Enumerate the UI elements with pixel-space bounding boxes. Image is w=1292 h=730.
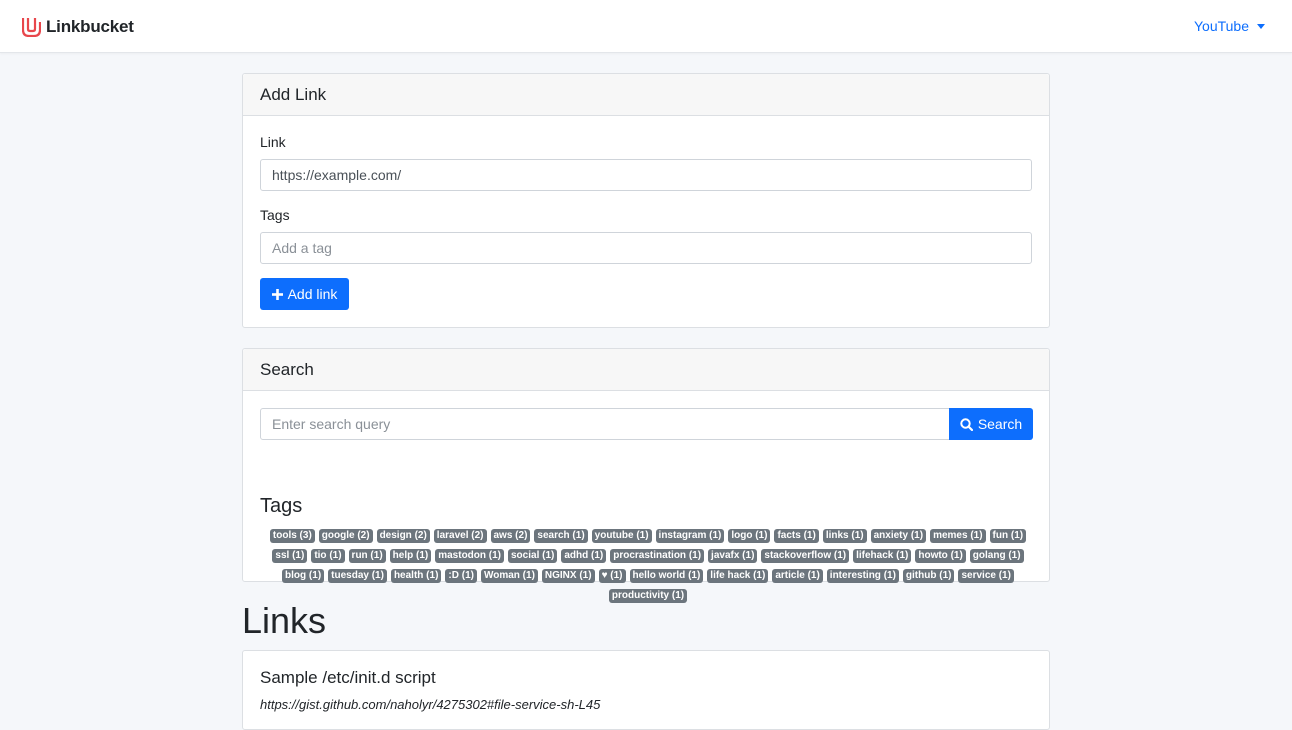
tag-badge[interactable]: mastodon (1) (435, 549, 504, 563)
tag-badge[interactable]: tuesday (1) (328, 569, 387, 583)
tag-cloud: tools (3) google (2) design (2) laravel (2)… (260, 529, 1036, 603)
tag-badge[interactable]: links (1) (822, 529, 867, 543)
tag-badge[interactable]: article (1) (772, 569, 823, 583)
tag-badge[interactable]: blog (1) (282, 569, 325, 583)
add-link-card-title: Add Link (243, 74, 1049, 116)
tags-field-label: Tags (260, 207, 290, 223)
tag-badge[interactable]: tio (1) (311, 549, 345, 563)
caret-down-icon (1257, 24, 1265, 29)
linkbucket-logo-icon (22, 18, 41, 37)
tag-badge[interactable]: tools (3) (269, 529, 315, 543)
links-heading: Links (242, 600, 327, 641)
search-card: Search Search Tags tools (3)google (2)de… (242, 348, 1050, 603)
tag-badge[interactable]: javafx (1) (708, 549, 758, 563)
link-card: Sample /etc/init.d script https://gist.g… (242, 650, 1050, 730)
navbar: Linkbucket YouTube (0, 0, 1292, 53)
tag-badge[interactable]: productivity (1) (608, 589, 688, 603)
tag-badge[interactable]: ssl (1) (272, 549, 308, 563)
tags-input[interactable] (260, 232, 1032, 264)
link-title[interactable]: Sample /etc/init.d script (260, 668, 436, 688)
search-button[interactable]: Search (949, 408, 1033, 440)
add-link-button-label: Add link (287, 286, 338, 302)
tag-badge[interactable]: design (2) (376, 529, 430, 543)
tag-badge[interactable]: memes (1) (930, 529, 986, 543)
tag-badge[interactable]: Woman (1) (480, 569, 538, 583)
link-url[interactable]: https://gist.github.com/naholyr/4275302#… (260, 697, 600, 712)
tag-badge[interactable]: laravel (2) (433, 529, 487, 543)
search-button-label: Search (977, 416, 1023, 432)
link-input[interactable] (260, 159, 1032, 191)
tag-badge[interactable]: instagram (1) (655, 529, 725, 543)
search-card-body: Search Tags tools (3)google (2)design (2… (243, 391, 1049, 603)
tag-badge[interactable]: logo (1) (728, 529, 771, 543)
tag-badge[interactable]: social (1) (508, 549, 558, 563)
user-dropdown[interactable]: YouTube (1194, 18, 1265, 34)
tag-badge[interactable]: search (1) (534, 529, 588, 543)
tag-badge[interactable]: life hack (1) (707, 569, 769, 583)
tag-badge[interactable]: procrastination (1) (610, 549, 705, 563)
tag-badge[interactable]: interesting (1) (826, 569, 899, 583)
tags-heading: Tags (260, 495, 303, 517)
tag-badge[interactable]: :D (1) (445, 569, 477, 583)
brand-link[interactable]: Linkbucket (22, 16, 134, 38)
tag-badge[interactable]: help (1) (389, 549, 432, 563)
add-link-button[interactable]: Add link (260, 278, 349, 310)
add-link-card-body: Link Tags Add link (243, 116, 1049, 328)
tag-badge[interactable]: fun (1) (989, 529, 1027, 543)
tag-badge[interactable]: service (1) (958, 569, 1014, 583)
tag-badge[interactable]: google (2) (318, 529, 373, 543)
tag-badge[interactable]: facts (1) (774, 529, 819, 543)
tag-badge[interactable]: lifehack (1) (853, 549, 912, 563)
tag-badge[interactable]: ♥ (1) (598, 569, 626, 583)
link-field-label: Link (260, 134, 286, 150)
search-icon (960, 417, 973, 431)
tag-badge[interactable]: stackoverflow (1) (761, 549, 850, 563)
search-card-title: Search (243, 349, 1049, 391)
tag-badge[interactable]: health (1) (390, 569, 442, 583)
plus-icon (271, 288, 283, 300)
user-dropdown-label: YouTube (1193, 18, 1249, 34)
search-input[interactable] (260, 408, 950, 440)
tag-badge[interactable]: anxiety (1) (870, 529, 927, 543)
brand-name: Linkbucket (46, 17, 134, 36)
add-link-card: Add Link Link Tags Add link (242, 73, 1050, 328)
tag-badge[interactable]: youtube (1) (591, 529, 652, 543)
tag-badge[interactable]: NGINX (1) (541, 569, 595, 583)
tag-badge[interactable]: hello world (1) (629, 569, 704, 583)
tag-badge[interactable]: aws (2) (490, 529, 531, 543)
tag-badge[interactable]: run (1) (348, 549, 386, 563)
tag-badge[interactable]: github (1) (902, 569, 955, 583)
tag-badge[interactable]: adhd (1) (561, 549, 607, 563)
tag-badge[interactable]: howto (1) (915, 549, 966, 563)
tag-badge[interactable]: golang (1) (969, 549, 1024, 563)
